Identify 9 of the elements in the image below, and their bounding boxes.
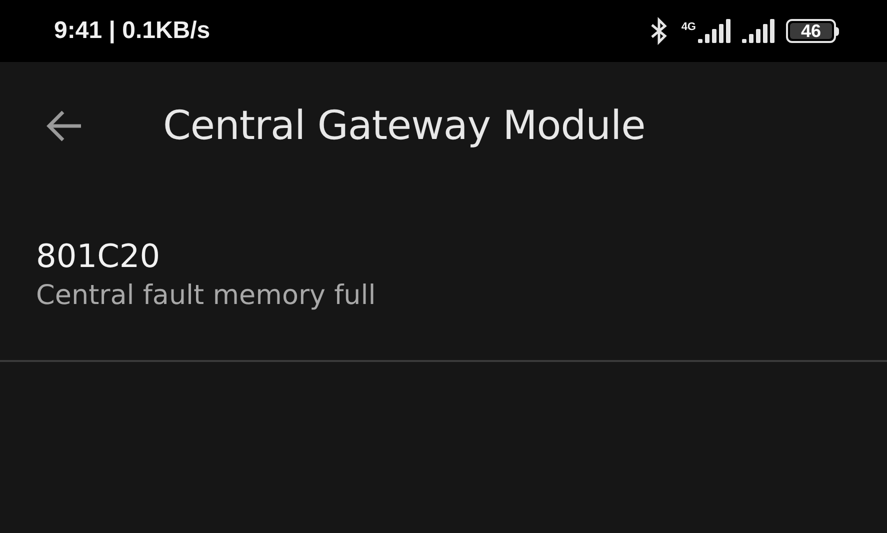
page-title: Central Gateway Module [163, 102, 646, 151]
fault-item[interactable]: 801C20 Central fault memory full [0, 190, 887, 362]
fault-description: Central fault memory full [36, 279, 376, 313]
status-time: 9:41 | 0.1KB/s [54, 16, 210, 46]
network-type: 4G [681, 20, 696, 35]
cellular-signal-icon [742, 19, 776, 43]
fault-code: 801C20 [36, 236, 160, 276]
cellular-signal-icon [698, 19, 732, 43]
battery-icon: 46 [786, 19, 839, 43]
